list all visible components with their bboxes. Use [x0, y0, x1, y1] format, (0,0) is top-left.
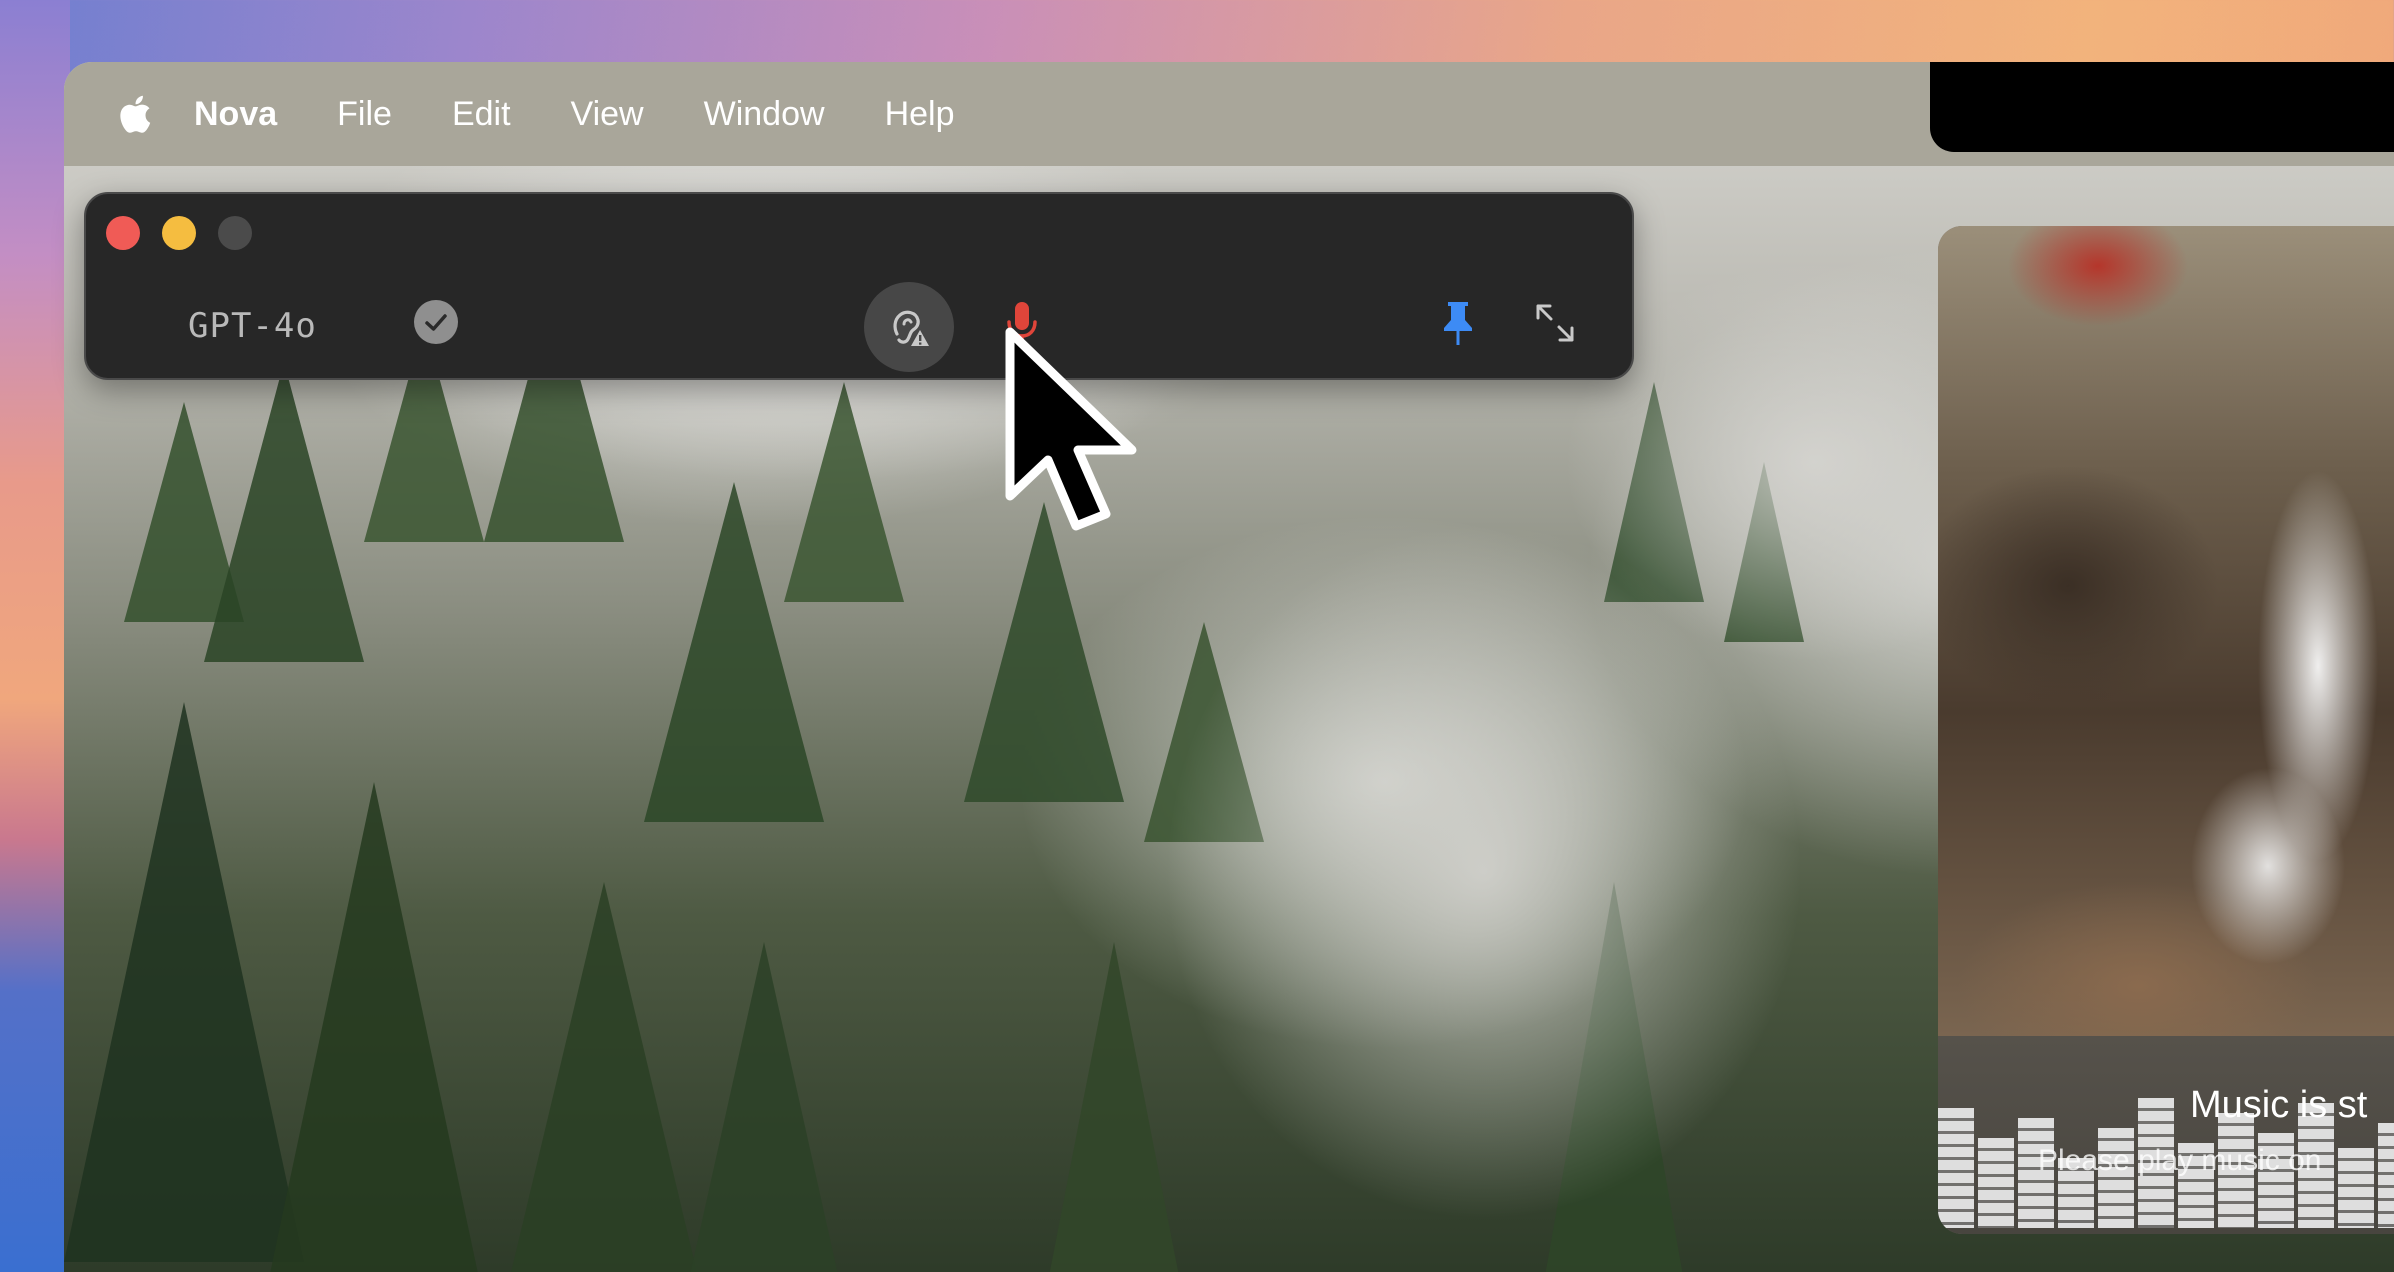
- music-widget[interactable]: Music is st Please play music on: [1938, 226, 2394, 1234]
- zoom-window-button: [218, 216, 252, 250]
- apple-logo-icon[interactable]: [118, 91, 158, 137]
- menu-view[interactable]: View: [571, 95, 644, 134]
- mouse-cursor-icon: [1005, 327, 1137, 531]
- menu-file[interactable]: File: [337, 95, 392, 134]
- tree: [204, 362, 364, 662]
- music-status-subtitle: Please play music on: [2038, 1144, 2322, 1177]
- menu-app-name[interactable]: Nova: [194, 95, 277, 134]
- menu-window[interactable]: Window: [704, 95, 825, 134]
- music-widget-footer: [1938, 1036, 2394, 1234]
- close-window-button[interactable]: [106, 216, 140, 250]
- tree: [684, 942, 844, 1272]
- tree: [964, 502, 1124, 802]
- hearing-warning-icon: [893, 310, 929, 346]
- model-selector[interactable]: GPT-4o: [188, 306, 317, 346]
- expand-arrows-icon[interactable]: [1534, 302, 1576, 344]
- equalizer-bar: [1938, 1108, 1974, 1228]
- equalizer-bar: [2338, 1148, 2374, 1228]
- tree: [1044, 942, 1184, 1272]
- nova-floating-window: GPT-4o: [84, 192, 1634, 380]
- menu-help[interactable]: Help: [885, 95, 955, 134]
- camera-notch: [1930, 62, 2394, 152]
- music-status-title: Music is st: [2190, 1084, 2368, 1126]
- wallpaper-left-edge: [0, 0, 70, 1272]
- equalizer-bar: [2378, 1123, 2394, 1228]
- checkmark-circle-icon[interactable]: [414, 300, 458, 344]
- minimize-window-button[interactable]: [162, 216, 196, 250]
- tree: [784, 382, 904, 602]
- tree: [264, 782, 484, 1272]
- hearing-button[interactable]: [864, 282, 954, 372]
- equalizer-bar: [1978, 1138, 2014, 1228]
- menu-edit[interactable]: Edit: [452, 95, 511, 134]
- album-artwork: [1938, 226, 2394, 1036]
- tree: [504, 882, 704, 1272]
- pin-icon[interactable]: [1438, 298, 1478, 348]
- equalizer-bar: [2098, 1128, 2134, 1228]
